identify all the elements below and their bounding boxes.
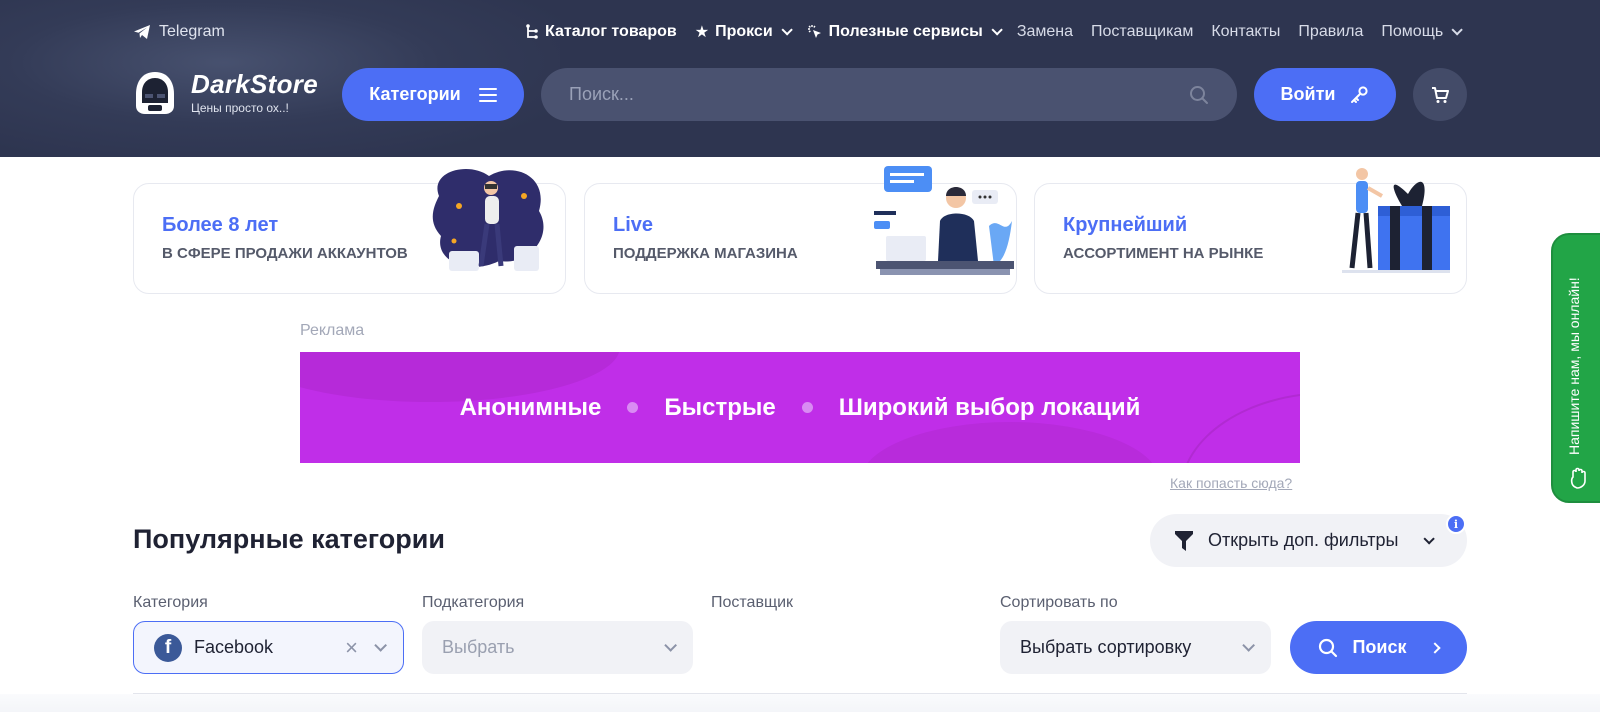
banner-dot — [627, 402, 639, 413]
online-chat-label: Напишите нам, мы онлайн! — [1566, 277, 1582, 455]
extra-filters-label: Открыть доп. фильтры — [1208, 530, 1399, 550]
banner-shape — [860, 422, 1160, 463]
nav-catalog[interactable]: Каталог товаров — [525, 23, 677, 41]
nav-contacts-label: Контакты — [1211, 23, 1281, 40]
menu-icon — [478, 84, 497, 106]
login-button[interactable]: Войти — [1254, 68, 1396, 121]
site-logo[interactable]: DarkStore Цены просто ох..! — [133, 70, 318, 116]
support-agent-illustration — [874, 166, 1014, 275]
logo-text: DarkStore Цены просто ох..! — [191, 71, 318, 115]
banner-item: Широкий выбор локаций — [838, 393, 1141, 421]
categories-button[interactable]: Категории — [342, 68, 524, 121]
gift-box-illustration — [1342, 168, 1450, 273]
feature-card-support: Live ПОДДЕРЖКА МАГАЗИНА — [584, 166, 1017, 294]
site-header: Telegram Каталог товаров ★ Прокси Полезн… — [0, 0, 1600, 157]
feature-subtitle: АССОРТИМЕНТ НА РЫНКЕ — [1063, 245, 1264, 262]
chevron-down-icon — [991, 24, 1003, 36]
chevron-down-icon — [1422, 532, 1435, 545]
cart-button[interactable] — [1413, 68, 1467, 121]
chevron-down-icon — [1451, 24, 1463, 36]
supplier-label: Поставщик — [711, 594, 794, 611]
filter-icon — [1175, 530, 1193, 551]
star-icon: ★ — [694, 24, 710, 41]
chevron-right-icon — [1428, 641, 1441, 654]
chevron-down-icon — [781, 24, 793, 36]
search-button[interactable]: Поиск — [1290, 621, 1467, 674]
extra-filters-button[interactable]: Открыть доп. фильтры — [1150, 514, 1467, 567]
vr-people-illustration — [432, 168, 544, 271]
feature-title: Крупнейший — [1063, 214, 1188, 236]
banner-item: Быстрые — [664, 393, 776, 421]
info-icon[interactable]: i — [1446, 514, 1466, 534]
nav-replacement[interactable]: Замена — [1017, 23, 1073, 41]
sort-select[interactable]: Выбрать сортировку — [1000, 621, 1271, 674]
feature-card-assortment: Крупнейший АССОРТИМЕНТ НА РЫНКЕ — [1034, 168, 1467, 294]
category-select[interactable]: f Facebook × — [133, 621, 404, 674]
nav-rules[interactable]: Правила — [1298, 23, 1363, 41]
chevron-down-icon — [1242, 639, 1255, 652]
nav-services-label: Полезные сервисы — [828, 23, 983, 40]
nav-rules-label: Правила — [1298, 23, 1364, 40]
top-bar: Telegram Каталог товаров ★ Прокси Полезн… — [133, 20, 1467, 44]
banner-dot — [801, 402, 813, 413]
cursor-click-icon — [807, 25, 821, 38]
cart-icon — [1432, 86, 1449, 103]
advertise-link[interactable]: Как попасть сюда? — [1170, 475, 1292, 491]
nav-services[interactable]: Полезные сервисы — [807, 23, 1003, 41]
tree-icon — [526, 24, 538, 39]
nav-proxy[interactable]: ★ Прокси — [694, 22, 793, 42]
search-placeholder: Поиск... — [569, 84, 634, 104]
logo-name: DarkStore — [191, 69, 318, 99]
ad-label: Реклама — [300, 322, 365, 339]
main-nav: Каталог товаров ★ Прокси Полезные сервис… — [525, 20, 1477, 44]
content-area-edge — [0, 694, 1600, 712]
chevron-down-icon — [374, 639, 387, 652]
subcategory-select[interactable]: Выбрать — [422, 621, 693, 674]
subcategory-label: Подкатегория — [422, 594, 525, 611]
key-icon — [1351, 85, 1369, 103]
telegram-label: Telegram — [159, 23, 225, 40]
facebook-icon: f — [154, 633, 182, 662]
search-button-label: Поиск — [1352, 637, 1407, 657]
chevron-down-icon — [664, 639, 677, 652]
categories-button-label: Категории — [369, 84, 461, 104]
nav-replacement-label: Замена — [1016, 23, 1074, 40]
category-label: Категория — [133, 594, 208, 611]
banner-shape — [1180, 392, 1300, 463]
telegram-icon — [134, 25, 150, 39]
nav-help-label: Помощь — [1381, 23, 1444, 40]
subcategory-placeholder: Выбрать — [442, 637, 515, 657]
nav-suppliers[interactable]: Поставщикам — [1091, 23, 1193, 41]
login-button-label: Войти — [1280, 84, 1336, 104]
logo-tagline: Цены просто ох..! — [191, 101, 289, 115]
online-chat-tab[interactable]: Напишите нам, мы онлайн! — [1551, 233, 1600, 503]
nav-catalog-label: Каталог товаров — [545, 23, 677, 40]
chat-hand-icon — [1570, 467, 1586, 489]
section-title: Популярные категории — [133, 524, 445, 554]
feature-title: Live — [613, 214, 654, 236]
feature-card-experience: Более 8 лет В СФЕРЕ ПРОДАЖИ АККАУНТОВ — [133, 168, 566, 294]
feature-subtitle: ПОДДЕРЖКА МАГАЗИНА — [613, 245, 798, 262]
search-icon — [1190, 85, 1208, 104]
telegram-link[interactable]: Telegram — [133, 23, 225, 41]
ad-banner[interactable]: Анонимные Быстрые Широкий выбор локаций — [300, 352, 1300, 463]
nav-help[interactable]: Помощь — [1381, 23, 1463, 41]
nav-proxy-label: Прокси — [715, 23, 773, 40]
sort-value: Выбрать сортировку — [1020, 637, 1192, 657]
search-icon — [1319, 638, 1338, 657]
close-icon[interactable]: × — [345, 635, 358, 661]
helmet-logo-icon — [136, 72, 174, 114]
sort-label: Сортировать по — [1000, 594, 1118, 611]
feature-title: Более 8 лет — [162, 214, 279, 236]
banner-item: Анонимные — [459, 393, 602, 421]
feature-subtitle: В СФЕРЕ ПРОДАЖИ АККАУНТОВ — [162, 245, 408, 262]
category-value: Facebook — [194, 637, 274, 657]
nav-contacts[interactable]: Контакты — [1211, 23, 1280, 41]
nav-suppliers-label: Поставщикам — [1091, 23, 1194, 40]
search-input[interactable]: Поиск... — [541, 68, 1237, 121]
